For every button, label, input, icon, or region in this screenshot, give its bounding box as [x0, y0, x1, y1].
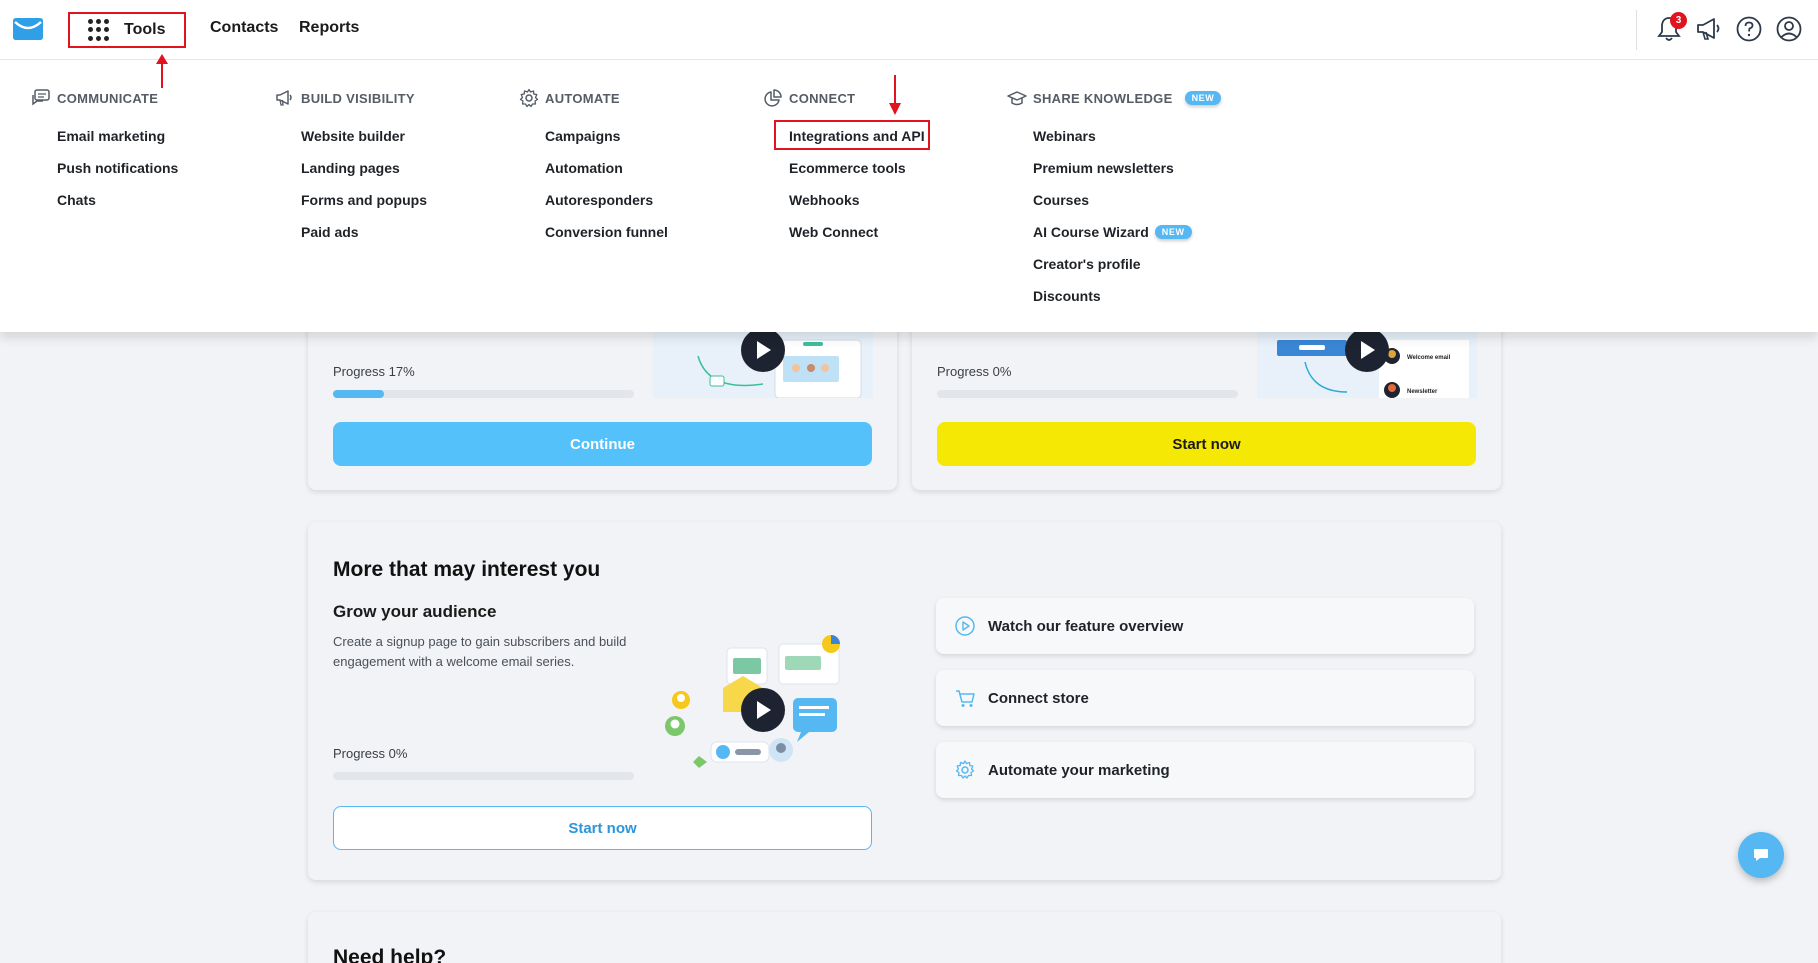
menu-item-discounts[interactable]: Discounts [1033, 280, 1221, 312]
menu-item-campaigns[interactable]: Campaigns [545, 120, 668, 152]
account-icon[interactable] [1774, 14, 1804, 44]
progress-bar [333, 772, 634, 780]
menu-item-push-notifications[interactable]: Push notifications [57, 152, 178, 184]
menu-item-premium-newsletters[interactable]: Premium newsletters [1033, 152, 1221, 184]
section-description: Create a signup page to gain subscribers… [333, 634, 627, 669]
menu-item-integrations-and-api[interactable]: Integrations and API [774, 120, 930, 152]
connect-store-link[interactable]: Connect store [936, 670, 1474, 726]
tools-menu-button[interactable]: Tools [68, 12, 186, 48]
section-title: More that may interest you [333, 558, 601, 581]
menu-column-automate: AUTOMATE Campaigns Automation Autorespon… [519, 88, 668, 248]
menu-column-communicate: COMMUNICATE Email marketing Push notific… [31, 88, 178, 216]
megaphone-icon [276, 90, 292, 106]
more-interest-card: More that may interest you Grow your aud… [308, 522, 1501, 880]
section-subtitle: Grow your audience [333, 602, 497, 621]
menu-item-label: AI Course Wizard [1033, 224, 1149, 240]
menu-item-webinars[interactable]: Webinars [1033, 120, 1221, 152]
link-label: Automate your marketing [988, 761, 1170, 779]
watch-feature-overview-link[interactable]: Watch our feature overview [936, 598, 1474, 654]
nav-contacts[interactable]: Contacts [210, 19, 278, 37]
thumbnail-newsletter-label: Newsletter [1407, 389, 1438, 395]
menu-heading: CONNECT [789, 90, 856, 106]
top-bar: Tools Contacts Reports 3 [0, 0, 1818, 60]
menu-item-autoresponders[interactable]: Autoresponders [545, 184, 668, 216]
red-arrow-up-annotation [156, 54, 168, 88]
red-highlight-annotation [774, 120, 930, 150]
need-help-card: Need help? [308, 912, 1501, 963]
grow-audience-illustration [665, 635, 840, 768]
menu-item-automation[interactable]: Automation [545, 152, 668, 184]
play-circle-icon [955, 616, 975, 636]
tools-mega-menu: COMMUNICATE Email marketing Push notific… [0, 60, 1818, 332]
menu-heading: SHARE KNOWLEDGE [1033, 90, 1173, 106]
menu-heading: COMMUNICATE [57, 90, 159, 106]
gear-icon [955, 760, 975, 779]
shopping-cart-icon [956, 690, 975, 707]
graduation-cap-icon [1007, 91, 1027, 106]
menu-item-courses[interactable]: Courses [1033, 184, 1221, 216]
progress-label: Progress 0% [333, 746, 408, 761]
red-arrow-down-annotation [889, 75, 901, 115]
progress-label: Progress 17% [333, 364, 415, 379]
progress-label: Progress 0% [937, 364, 1012, 379]
menu-item-forms-and-popups[interactable]: Forms and popups [301, 184, 427, 216]
menu-item-conversion-funnel[interactable]: Conversion funnel [545, 216, 668, 248]
continue-button[interactable]: Continue [333, 422, 872, 466]
course-thumbnail-image: Welcome email Newsletter [1257, 332, 1477, 398]
menu-heading: BUILD VISIBILITY [301, 90, 415, 106]
menu-item-landing-pages[interactable]: Landing pages [301, 152, 427, 184]
menu-item-email-marketing[interactable]: Email marketing [57, 120, 178, 152]
menu-item-web-connect[interactable]: Web Connect [789, 216, 925, 248]
topbar-divider [1636, 10, 1637, 50]
menu-item-chats[interactable]: Chats [57, 184, 178, 216]
menu-item-webhooks[interactable]: Webhooks [789, 184, 925, 216]
menu-item-ai-course-wizard[interactable]: AI Course Wizard NEW [1033, 216, 1221, 248]
plug-connect-icon [764, 89, 782, 107]
menu-item-creators-profile[interactable]: Creator's profile [1033, 248, 1221, 280]
menu-heading: AUTOMATE [545, 90, 620, 106]
section-title: Need help? [333, 946, 447, 963]
menu-column-build-visibility: BUILD VISIBILITY Website builder Landing… [275, 88, 427, 248]
start-now-button[interactable]: Start now [937, 422, 1476, 466]
link-label: Watch our feature overview [988, 617, 1184, 635]
automate-marketing-link[interactable]: Automate your marketing [936, 742, 1474, 798]
menu-item-ecommerce-tools[interactable]: Ecommerce tools [789, 152, 925, 184]
link-label: Connect store [988, 689, 1089, 707]
nav-reports[interactable]: Reports [299, 19, 359, 37]
new-badge: NEW [1154, 225, 1192, 239]
chat-bubbles-icon [32, 89, 50, 106]
tools-label: Tools [124, 21, 166, 38]
progress-bar [937, 390, 1238, 398]
progress-bar-fill [333, 390, 385, 398]
course-thumbnail-image [653, 332, 873, 398]
live-chat-button[interactable] [1738, 832, 1784, 878]
start-now-outline-button[interactable]: Start now [333, 806, 872, 850]
getresponse-logo-icon[interactable] [12, 17, 44, 41]
help-icon[interactable] [1734, 14, 1764, 44]
gear-icon [519, 88, 539, 108]
menu-column-share-knowledge: SHARE KNOWLEDGE NEW Webinars Premium new… [1007, 88, 1222, 312]
menu-item-website-builder[interactable]: Website builder [301, 120, 427, 152]
chat-icon [1754, 849, 1768, 861]
megaphone-icon[interactable] [1694, 14, 1724, 44]
apps-grid-icon [88, 19, 110, 41]
progress-bar [333, 390, 634, 398]
new-badge: NEW [1184, 91, 1222, 105]
thumbnail-welcome-email-label: Welcome email [1407, 355, 1451, 361]
notification-count-badge: 3 [1670, 12, 1687, 29]
menu-item-paid-ads[interactable]: Paid ads [301, 216, 427, 248]
